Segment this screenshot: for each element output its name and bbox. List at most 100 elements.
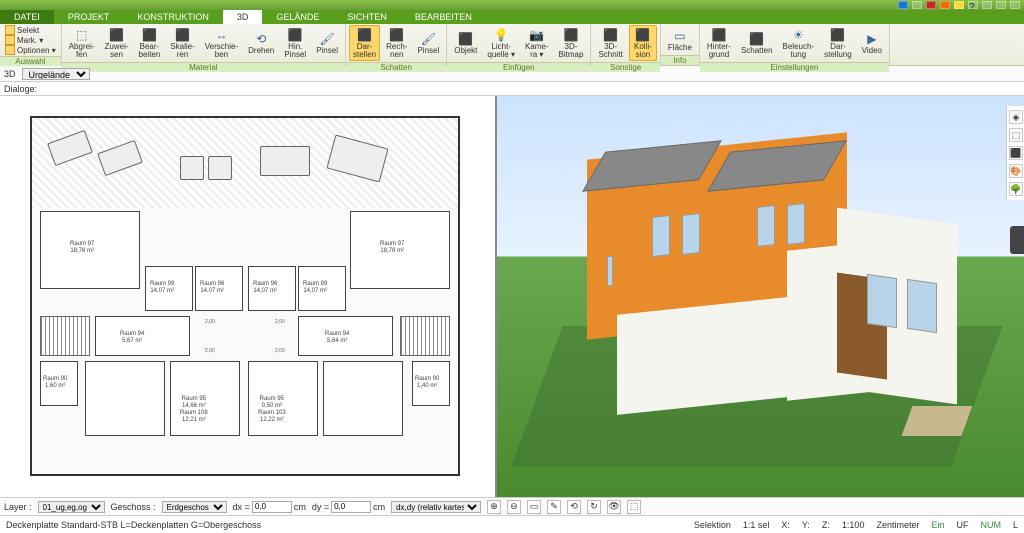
tab-bearbeiten[interactable]: BEARBEITEN: [401, 10, 486, 24]
dy-input[interactable]: [331, 501, 371, 513]
ribbon-icon: ⬛: [603, 27, 619, 43]
ribbon-item[interactable]: ⬛Objekt: [450, 29, 481, 57]
tab-konstruktion[interactable]: KONSTRUKTION: [123, 10, 223, 24]
minimize-btn[interactable]: [982, 1, 992, 9]
maximize-btn[interactable]: [996, 1, 1006, 9]
bottom-tool[interactable]: ▭: [527, 500, 541, 514]
ribbon-icon: ⬛: [287, 27, 303, 43]
ribbon-group-label: Material: [62, 62, 345, 72]
ribbon-item[interactable]: ☀Beleuch- tung: [779, 25, 819, 61]
side-panel-tab[interactable]: [1010, 226, 1024, 254]
titlebar-btn[interactable]: [926, 1, 936, 9]
ribbon-item[interactable]: ⬛Skalie- ren: [166, 25, 198, 61]
ribbon-icon: ⬛: [175, 27, 191, 43]
side-tool[interactable]: 🎨: [1009, 164, 1023, 178]
ribbon-label: Schatten: [741, 47, 773, 55]
ribbon-icon: ⬛: [141, 27, 157, 43]
status-y: Y:: [802, 520, 810, 530]
ribbon-label: Kolli- sion: [634, 43, 652, 59]
ribbon-item[interactable]: ⬛Schatten: [737, 29, 777, 57]
ribbon-label: Verschie- ben: [205, 43, 238, 59]
ribbon-icon: 📷: [529, 27, 545, 43]
tab-sichten[interactable]: SICHTEN: [333, 10, 401, 24]
ribbon-item[interactable]: ⬛3D- Schnitt: [594, 25, 626, 61]
ribbon-label: 3D- Schnitt: [598, 43, 622, 59]
ribbon-item[interactable]: 🖌Pinsel: [413, 29, 443, 57]
ribbon-item[interactable]: ⬛Dar- stellen: [349, 25, 380, 61]
bottom-tool[interactable]: ⊖: [507, 500, 521, 514]
bottom-tool[interactable]: ⟲: [567, 500, 581, 514]
ribbon-icon: ⬛: [749, 31, 765, 47]
tab-3d[interactable]: 3D: [223, 10, 263, 24]
bottom-tool[interactable]: ✎: [547, 500, 561, 514]
titlebar-btn[interactable]: [940, 1, 950, 9]
bottom-tool[interactable]: ⊕: [487, 500, 501, 514]
dx-label: dx =: [233, 502, 250, 512]
ribbon-item[interactable]: ⬛Rech- nen: [382, 25, 411, 61]
status-ein: Ein: [931, 520, 944, 530]
ribbon-item[interactable]: ⬛Zuwei- sen: [101, 25, 133, 61]
close-btn[interactable]: [1010, 1, 1020, 9]
side-tool[interactable]: ⬛: [1009, 146, 1023, 160]
ribbon-item[interactable]: ⬛Hin. Pinsel: [280, 25, 310, 61]
ribbon-icon: ⟲: [253, 31, 269, 47]
ribbon-icon: ⬛: [109, 27, 125, 43]
ribbon-item[interactable]: ▭Fläche: [664, 26, 696, 54]
tab-datei[interactable]: DATEI: [0, 10, 54, 24]
ribbon-icon: ⬛: [711, 27, 727, 43]
ribbon: SelektMark. ▾Optionen ▾Auswahl⬚Abgrei- f…: [0, 24, 1024, 66]
ribbon-item[interactable]: 📷Kame- ra ▾: [521, 25, 553, 61]
bottom-tool[interactable]: ⬚: [627, 500, 641, 514]
status-uf: UF: [956, 520, 968, 530]
ribbon-group-label: Einstellungen: [700, 62, 889, 72]
status-ratio: 1:1 sel: [743, 520, 770, 530]
ribbon-item[interactable]: ▶Video: [858, 29, 886, 57]
status-unit: Zentimeter: [876, 520, 919, 530]
tab-projekt[interactable]: PROJEKT: [54, 10, 124, 24]
titlebar-btn[interactable]: [898, 1, 908, 9]
ribbon-label: Pinsel: [316, 47, 338, 55]
status-left: Deckenplatte Standard-STB L=Deckenplatte…: [6, 520, 261, 530]
ribbon-item[interactable]: 🖌Pinsel: [312, 29, 342, 57]
side-tool[interactable]: ⬚: [1009, 128, 1023, 142]
ribbon-mini-item[interactable]: Mark. ▾: [3, 35, 58, 45]
dx-input[interactable]: [252, 501, 292, 513]
menu-tabs: DATEI PROJEKT KONSTRUKTION 3D GELÄNDE SI…: [0, 10, 1024, 24]
ribbon-mini-item[interactable]: Selekt: [3, 25, 58, 35]
geschoss-dropdown[interactable]: Erdgeschos: [162, 501, 227, 513]
ribbon-icon: 🖌: [319, 31, 335, 47]
ribbon-item[interactable]: ⬛Kolli- sion: [629, 25, 657, 61]
bottom-tool[interactable]: 👁: [607, 500, 621, 514]
ribbon-label: Kame- ra ▾: [525, 43, 549, 59]
help-btn[interactable]: ?: [968, 1, 978, 9]
ribbon-mini-item[interactable]: Optionen ▾: [3, 45, 58, 55]
ribbon-label: Dar- stellen: [353, 43, 376, 59]
ribbon-item[interactable]: ⬛Dar- stellung: [820, 25, 856, 61]
titlebar-btn[interactable]: [954, 1, 964, 9]
ribbon-item[interactable]: ⬛Bear- beiten: [135, 25, 165, 61]
titlebar-btn[interactable]: [912, 1, 922, 9]
dialog-bar: Dialoge:: [0, 82, 1024, 96]
ribbon-icon: ⬛: [357, 27, 373, 43]
layer-dropdown[interactable]: 01_ug,eg,og: [38, 501, 105, 513]
layer-select[interactable]: Urgelände: [22, 68, 90, 80]
tab-gelaende[interactable]: GELÄNDE: [262, 10, 333, 24]
side-tool[interactable]: 🌳: [1009, 182, 1023, 196]
floorplan-pane[interactable]: Raum 9718,78 m² Raum 9718,78 m² Raum 991…: [0, 96, 497, 497]
3d-view-pane[interactable]: ◈ ⬚ ⬛ 🎨 🌳: [497, 96, 1024, 497]
ribbon-group-label: Info: [661, 55, 699, 65]
ribbon-item[interactable]: 💡Licht- quelle ▾: [483, 25, 519, 61]
bottom-tool[interactable]: ↻: [587, 500, 601, 514]
titlebar: ?: [0, 0, 1024, 10]
ribbon-item[interactable]: ⟲Drehen: [244, 29, 278, 57]
coord-mode[interactable]: dx,dy (relativ kartesisch): [391, 501, 481, 513]
side-tool[interactable]: ◈: [1009, 110, 1023, 124]
ribbon-group-label: Schatten: [346, 62, 446, 72]
ribbon-icon: ⬛: [458, 31, 474, 47]
ribbon-item[interactable]: ⬛3D- Bitmap: [555, 25, 588, 61]
ribbon-item[interactable]: ↔Verschie- ben: [201, 25, 242, 61]
status-x: X:: [781, 520, 790, 530]
ribbon-label: Abgrei- fen: [69, 43, 95, 59]
ribbon-item[interactable]: ⬚Abgrei- fen: [65, 25, 99, 61]
ribbon-item[interactable]: ⬛Hinter- grund: [703, 25, 735, 61]
